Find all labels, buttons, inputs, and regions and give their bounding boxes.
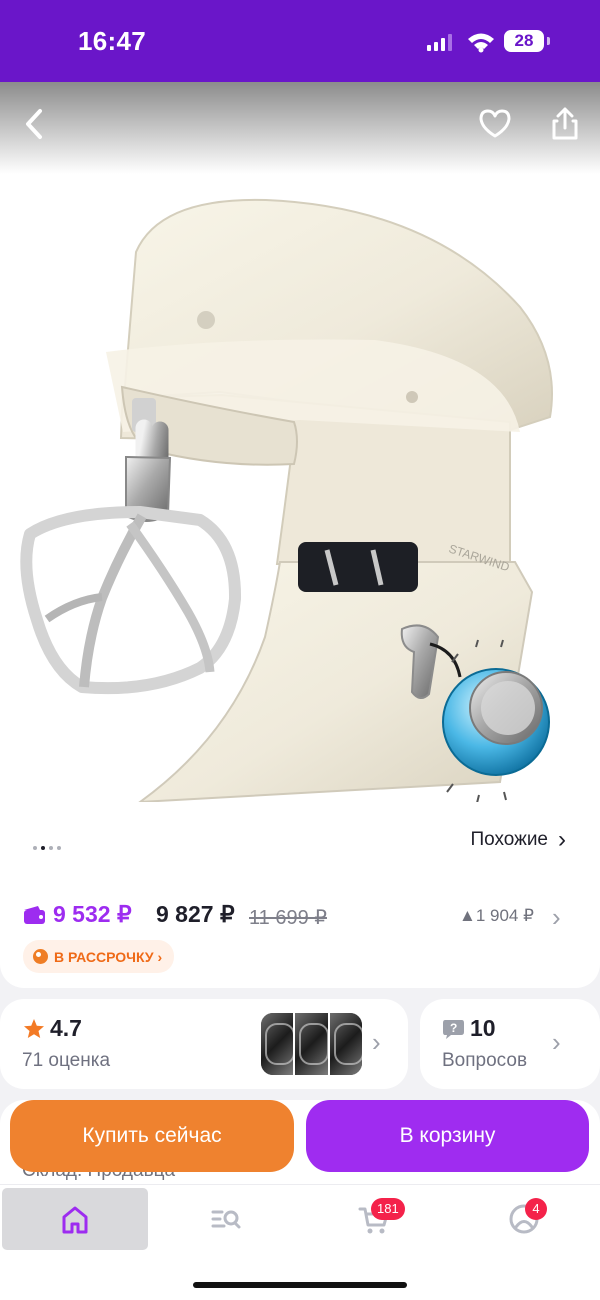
add-to-cart-button[interactable]: В корзину [306, 1100, 589, 1172]
home-icon [62, 1206, 88, 1234]
status-bar: 16:47 28 [0, 0, 600, 82]
chevron-right-icon: › [372, 1027, 381, 1057]
gallery-dot-active[interactable] [41, 846, 45, 850]
back-button[interactable] [12, 100, 60, 148]
product-gallery[interactable]: STARWIND [0, 82, 600, 810]
rating-count: 71 оценка [22, 1050, 111, 1071]
share-icon [552, 107, 578, 140]
review-photo-thumbnail[interactable] [261, 1013, 296, 1075]
price-history-delta[interactable]: ▲1 904 ₽ [459, 906, 534, 926]
buy-now-button[interactable]: Купить сейчас [10, 1100, 294, 1172]
pie-icon [33, 949, 48, 964]
svg-text:?: ? [450, 1021, 457, 1035]
similar-link[interactable]: Похожие › [470, 828, 566, 852]
similar-label: Похожие [470, 829, 548, 850]
share-button[interactable] [541, 100, 589, 148]
current-price: 9 827 ₽ [156, 901, 235, 927]
gallery-dot[interactable] [49, 846, 53, 850]
chevron-right-icon[interactable]: › [552, 902, 561, 933]
tab-home[interactable] [2, 1188, 148, 1250]
questions-card[interactable]: ? 10 Вопросов › [420, 999, 600, 1089]
favorite-button[interactable] [471, 100, 519, 148]
signal-icon [427, 34, 452, 51]
status-time: 16:47 [78, 26, 146, 56]
chevron-right-icon: › [558, 826, 566, 853]
installment-badge[interactable]: В РАССРОЧКУ › [23, 940, 175, 973]
question-icon: ? [443, 1020, 464, 1039]
catalog-search-icon [211, 1210, 241, 1229]
wifi-icon [468, 33, 494, 53]
star-icon [24, 1019, 44, 1038]
gallery-dots [33, 846, 61, 850]
wallet-icon [24, 906, 45, 924]
review-photo-thumbnail[interactable] [293, 1013, 330, 1075]
heart-icon [479, 109, 511, 138]
price-card: 9 532 ₽ 9 827 ₽ 11 699 ₽ ▲1 904 ₽ › В РА… [0, 888, 600, 988]
stand-mixer-image: STARWIND [20, 198, 553, 802]
rating-card[interactable]: 4.7 71 оценка › [0, 999, 408, 1089]
chevron-left-icon [26, 109, 42, 139]
chevron-right-icon: › [552, 1027, 561, 1057]
tab-cart[interactable]: 181 [301, 1188, 447, 1250]
gallery-dot[interactable] [33, 846, 37, 850]
review-photo-thumbnail[interactable] [327, 1013, 362, 1075]
questions-count: 10 [470, 1015, 496, 1041]
rating-value: 4.7 [50, 1015, 82, 1041]
installment-label: В РАССРОЧКУ › [54, 948, 163, 965]
home-indicator [193, 1282, 407, 1288]
tab-catalog[interactable] [152, 1188, 298, 1250]
review-photo-thumbnails[interactable] [261, 1013, 362, 1075]
tab-profile[interactable]: 4 [451, 1188, 597, 1250]
old-price: 11 699 ₽ [249, 907, 327, 929]
gallery-dot[interactable] [57, 846, 61, 850]
gallery-pagination-card: Похожие › [0, 810, 600, 888]
questions-label: Вопросов [442, 1050, 528, 1071]
cart-count-badge: 181 [371, 1198, 405, 1220]
wallet-price: 9 532 ₽ [53, 901, 132, 927]
battery-indicator: 28 [504, 30, 550, 52]
profile-notification-badge: 4 [525, 1198, 547, 1220]
